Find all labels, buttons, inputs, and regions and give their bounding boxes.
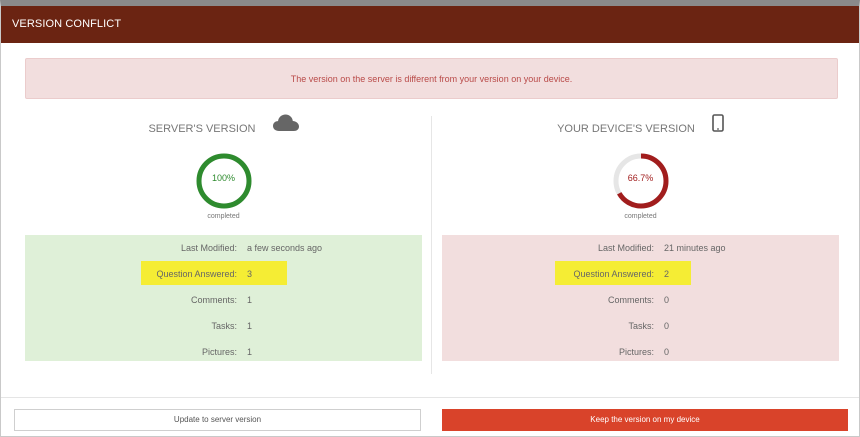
server-progress-label: 100% xyxy=(211,173,236,183)
server-stat-row: Last Modified: a few seconds ago xyxy=(25,235,422,261)
device-stat-row: Last Modified: 21 minutes ago xyxy=(442,235,839,261)
device-version-title: YOUR DEVICE'S VERSION xyxy=(557,123,695,136)
keep-device-version-button[interactable]: Keep the version on my device xyxy=(442,409,848,431)
device-stat-row: Tasks: 0 xyxy=(442,313,839,339)
stat-label: Question Answered: xyxy=(156,269,237,279)
server-stat-row: Comments: 1 xyxy=(25,287,422,313)
stat-label: Tasks: xyxy=(628,321,654,331)
mobile-phone-icon xyxy=(712,111,724,147)
stat-label: Pictures: xyxy=(618,347,654,357)
stat-value: 1 xyxy=(247,321,253,331)
stat-label: Last Modified: xyxy=(597,243,654,253)
device-stat-row: Comments: 0 xyxy=(442,287,839,313)
device-progress-label: 66.7% xyxy=(627,173,654,183)
server-version-title: SERVER'S VERSION xyxy=(148,123,256,136)
stat-value: 0 xyxy=(664,295,670,305)
stat-label: Question Answered: xyxy=(573,269,654,279)
server-version-header: SERVER'S VERSION xyxy=(25,111,422,147)
stat-label: Comments: xyxy=(190,295,237,305)
stat-value: 3 xyxy=(247,269,253,279)
update-to-server-button[interactable]: Update to server version xyxy=(14,409,421,431)
stat-label: Tasks: xyxy=(211,321,237,331)
stat-value: 1 xyxy=(247,347,253,357)
footer-divider xyxy=(1,397,859,398)
stat-value: 0 xyxy=(664,347,670,357)
stat-value: 0 xyxy=(664,321,670,331)
version-conflict-dialog: VERSION CONFLICT The version on the serv… xyxy=(0,0,860,437)
stat-value: 1 xyxy=(247,295,253,305)
column-divider xyxy=(431,116,432,374)
device-stats: Last Modified: 21 minutes ago Question A… xyxy=(442,235,839,361)
stat-value: a few seconds ago xyxy=(247,243,323,253)
device-stat-row: Question Answered: 2 xyxy=(442,261,839,287)
device-stat-row: Pictures: 0 xyxy=(442,339,839,365)
server-stat-row: Tasks: 1 xyxy=(25,313,422,339)
server-stat-row: Question Answered: 3 xyxy=(25,261,422,287)
device-version-header: YOUR DEVICE'S VERSION xyxy=(442,111,839,147)
stat-value: 21 minutes ago xyxy=(664,243,726,253)
stat-label: Pictures: xyxy=(201,347,237,357)
device-version-panel: YOUR DEVICE'S VERSION 66.7% completed La… xyxy=(442,111,839,361)
server-stat-row: Pictures: 1 xyxy=(25,339,422,365)
device-completed-label: completed xyxy=(624,213,657,220)
device-progress-ring: 66.7% completed xyxy=(611,151,671,220)
stat-label: Last Modified: xyxy=(180,243,237,253)
server-version-panel: SERVER'S VERSION 100% completed Last Mod… xyxy=(25,111,422,361)
stat-value: 2 xyxy=(664,269,670,279)
cloud-icon xyxy=(272,111,299,147)
server-completed-label: completed xyxy=(207,213,240,220)
stat-label: Comments: xyxy=(607,295,654,305)
server-stats: Last Modified: a few seconds ago Questio… xyxy=(25,235,422,361)
server-progress-ring: 100% completed xyxy=(194,151,254,220)
conflict-alert: The version on the server is different f… xyxy=(25,58,838,99)
dialog-title: VERSION CONFLICT xyxy=(1,6,859,43)
